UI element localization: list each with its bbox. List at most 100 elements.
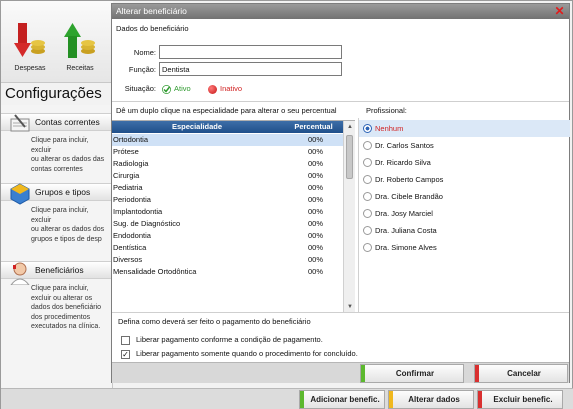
radio-icon xyxy=(363,124,372,133)
profissional-name: Dra. Cibele Brandão xyxy=(375,192,443,201)
receitas-arrow-up-icon xyxy=(64,23,95,58)
scroll-thumb[interactable] xyxy=(346,135,353,179)
cell-percentual: 00% xyxy=(308,171,324,180)
checkbox-label: Liberar pagamento somente quando o proce… xyxy=(136,349,358,358)
cell-especialidade: Diversos xyxy=(113,255,143,264)
scroll-up-icon[interactable]: ▲ xyxy=(346,123,354,131)
table-hint: Dê um duplo clique na especialidade para… xyxy=(116,106,337,115)
table-row[interactable]: Diversos 00% xyxy=(112,254,343,266)
cell-especialidade: Radiologia xyxy=(113,159,149,168)
table-row[interactable]: Implantodontia 00% xyxy=(112,206,343,218)
radio-icon xyxy=(363,158,372,167)
profissional-option[interactable]: Nenhum xyxy=(359,120,570,137)
confirmar-button[interactable]: Confirmar xyxy=(360,364,464,383)
radio-icon xyxy=(363,175,372,184)
cell-percentual: 00% xyxy=(308,243,324,252)
inativo-radio[interactable]: Inativo xyxy=(208,84,242,94)
profissional-option[interactable]: Dra. Josy Marciel xyxy=(359,205,570,222)
person-icon xyxy=(10,262,30,285)
receitas-button[interactable]: Receitas xyxy=(57,21,103,72)
cell-percentual: 00% xyxy=(308,207,324,216)
table-row[interactable]: Ortodontia 00% xyxy=(112,134,343,146)
button-stripe xyxy=(389,391,393,408)
sidebar-item-desc: Clique para incluir, excluir ou alterar … xyxy=(31,137,105,173)
profissional-name: Dr. Carlos Santos xyxy=(375,141,434,150)
table-row[interactable]: Prótese 00% xyxy=(112,146,343,158)
scroll-down-icon[interactable]: ▼ xyxy=(346,303,354,311)
profissional-name: Dra. Josy Marciel xyxy=(375,209,433,218)
table-row[interactable]: Endodontia 00% xyxy=(112,230,343,242)
profissional-option[interactable]: Dra. Simone Alves xyxy=(359,239,570,256)
cell-especialidade: Periodontia xyxy=(113,195,151,204)
close-icon[interactable]: ✕ xyxy=(554,5,565,17)
radio-icon xyxy=(363,243,372,252)
sidebar-item-beneficiarios[interactable]: Beneficiários Clique para incluir, exclu… xyxy=(1,261,113,339)
profissional-name: Dra. Simone Alves xyxy=(375,243,437,252)
cell-especialidade: Dentística xyxy=(113,243,147,252)
liberar-condicao-checkbox[interactable]: Liberar pagamento conforme a condição de… xyxy=(121,335,323,345)
excluir-beneficiario-button[interactable]: Excluir benefic. xyxy=(477,390,563,409)
cell-percentual: 00% xyxy=(308,267,324,276)
checkbox-label: Liberar pagamento conforme a condição de… xyxy=(136,335,323,344)
cell-especialidade: Mensalidade Ortodôntica xyxy=(113,267,197,276)
ativo-radio[interactable]: Ativo xyxy=(162,84,191,94)
cell-percentual: 00% xyxy=(308,195,324,204)
table-row[interactable]: Dentística 00% xyxy=(112,242,343,254)
column-header-percentual[interactable]: Percentual xyxy=(284,121,343,133)
profissional-option[interactable]: Dr. Carlos Santos xyxy=(359,137,570,154)
column-header-especialidade[interactable]: Especialidade xyxy=(112,121,282,133)
profissional-list: Nenhum Dr. Carlos Santos Dr. Ricardo Sil… xyxy=(358,118,570,312)
cell-percentual: 00% xyxy=(308,219,324,228)
profissional-name: Dra. Juliana Costa xyxy=(375,226,437,235)
profissional-option[interactable]: Dr. Ricardo Silva xyxy=(359,154,570,171)
radio-icon xyxy=(363,226,372,235)
cell-percentual: 00% xyxy=(308,231,324,240)
table-row[interactable]: Pediatria 00% xyxy=(112,182,343,194)
button-stripe xyxy=(478,391,482,408)
profissional-option[interactable]: Dr. Roberto Campos xyxy=(359,171,570,188)
especialidade-table: Especialidade Percentual Ortodontia 00% P… xyxy=(112,120,355,313)
cell-especialidade: Implantodontia xyxy=(113,207,163,216)
checkmark-icon: ✓ xyxy=(121,349,130,359)
excluir-label: Excluir benefic. xyxy=(493,395,553,404)
cell-especialidade: Prótese xyxy=(113,147,139,156)
checkbox-icon xyxy=(121,335,130,345)
table-row[interactable]: Cirurgia 00% xyxy=(112,170,343,182)
cancelar-button[interactable]: Cancelar xyxy=(474,364,568,383)
despesas-button[interactable]: Despesas xyxy=(7,21,53,72)
despesas-arrow-down-icon xyxy=(14,23,45,57)
table-row[interactable]: Radiologia 00% xyxy=(112,158,343,170)
adicionar-beneficiario-button[interactable]: Adicionar benefic. xyxy=(299,390,385,409)
check-icon xyxy=(162,84,171,94)
sidebar-item-contas-correntes[interactable]: Contas correntes Clique para incluir, ex… xyxy=(1,113,113,181)
table-row[interactable]: Periodontia 00% xyxy=(112,194,343,206)
profissional-option[interactable]: Dra. Cibele Brandão xyxy=(359,188,570,205)
alterar-label: Alterar dados xyxy=(408,395,460,404)
divider xyxy=(112,101,569,102)
profissional-name: Nenhum xyxy=(375,124,404,133)
sidebar-item-grupos-tipos[interactable]: Grupos e tipos Clique para incluir, excl… xyxy=(1,183,113,251)
cell-percentual: 00% xyxy=(308,147,324,156)
funcao-label: Função: xyxy=(128,65,156,74)
alterar-dados-button[interactable]: Alterar dados xyxy=(388,390,474,409)
page-title: Configurações xyxy=(5,85,102,102)
table-header: Especialidade Percentual xyxy=(112,121,343,133)
divider xyxy=(112,312,569,313)
profissional-option[interactable]: Dra. Juliana Costa xyxy=(359,222,570,239)
funcao-input[interactable] xyxy=(159,62,342,76)
nome-input[interactable] xyxy=(159,45,342,59)
confirmar-label: Confirmar xyxy=(395,369,435,378)
inativo-label: Inativo xyxy=(220,84,243,93)
cell-percentual: 00% xyxy=(308,255,324,264)
table-scrollbar[interactable]: ▲ ▼ xyxy=(343,121,355,313)
profissional-label: Profissional: xyxy=(366,106,407,115)
dialog-button-bar: Confirmar Cancelar xyxy=(112,362,569,383)
receitas-label: Receitas xyxy=(66,65,94,72)
cell-percentual: 00% xyxy=(308,183,324,192)
nome-label: Nome: xyxy=(133,48,156,57)
liberar-concluido-checkbox[interactable]: ✓ Liberar pagamento somente quando o proc… xyxy=(121,349,358,359)
table-row[interactable]: Mensalidade Ortodôntica 00% xyxy=(112,266,343,278)
bottom-toolbar: Adicionar benefic. Alterar dados Excluir… xyxy=(1,388,573,409)
table-row[interactable]: Sug. de Diagnóstico 00% xyxy=(112,218,343,230)
radio-icon xyxy=(363,141,372,150)
